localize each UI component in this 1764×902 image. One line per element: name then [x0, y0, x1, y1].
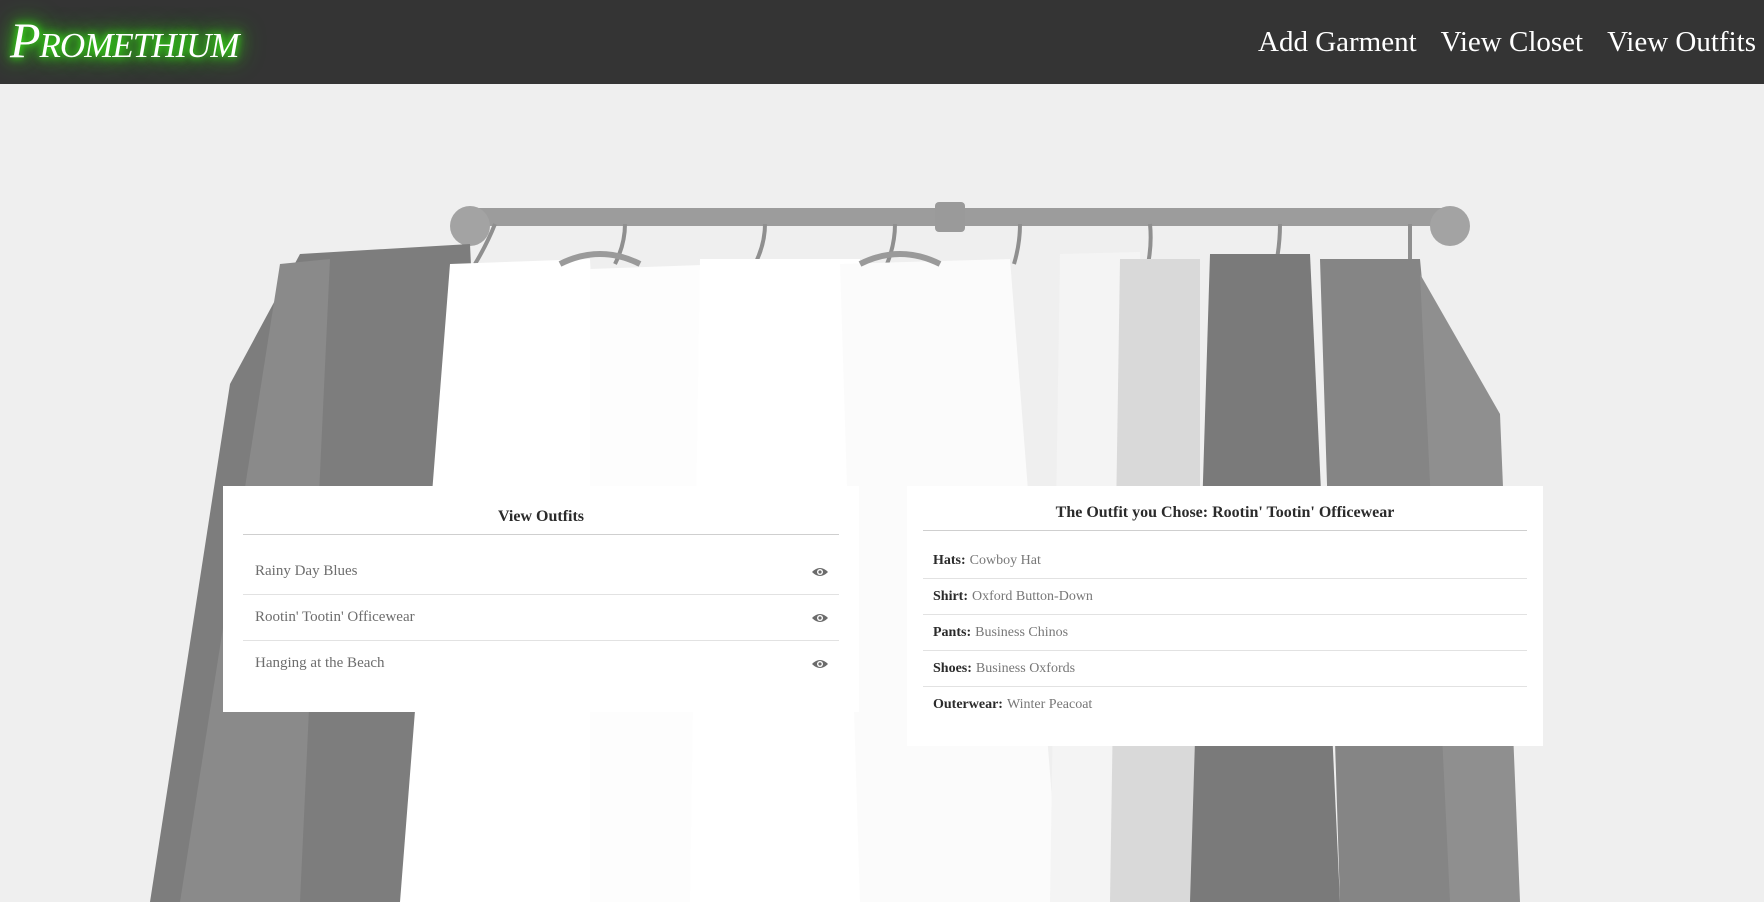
brand-logo[interactable]: Promethium [10, 8, 240, 72]
outfit-detail-panel: The Outfit you Chose: Rootin' Tootin' Of… [907, 486, 1543, 746]
detail-value: Winter Peacoat [1006, 696, 1093, 712]
outfit-list: Rainy Day Blues Rootin' Tootin' Officewe… [243, 549, 839, 686]
detail-value: Business Oxfords [975, 660, 1076, 676]
outfit-name: Hanging at the Beach [255, 655, 385, 671]
outfit-item-hanging-at-the-beach[interactable]: Hanging at the Beach [243, 641, 839, 686]
detail-value: Cowboy Hat [969, 552, 1041, 568]
outfit-item-rootin-tootin-officewear[interactable]: Rootin' Tootin' Officewear [243, 595, 839, 641]
nav-view-outfits-link[interactable]: View Outfits [1607, 22, 1756, 62]
outfit-name: Rainy Day Blues [255, 563, 358, 579]
nav-view-closet-link[interactable]: View Closet [1441, 22, 1583, 62]
detail-item-shirt: Shirt: Oxford Button-Down [923, 579, 1527, 615]
detail-key: Hats: [933, 552, 966, 568]
detail-item-hats: Hats: Cowboy Hat [923, 543, 1527, 579]
detail-key: Shirt: [933, 588, 968, 604]
eye-icon[interactable] [811, 566, 829, 578]
detail-value: Oxford Button-Down [972, 588, 1093, 604]
eye-icon[interactable] [811, 658, 829, 670]
detail-key: Shoes: [933, 660, 972, 676]
view-outfits-title: View Outfits [243, 486, 839, 535]
outfit-item-rainy-day-blues[interactable]: Rainy Day Blues [243, 549, 839, 595]
outfit-detail-title: The Outfit you Chose: Rootin' Tootin' Of… [923, 486, 1527, 531]
detail-item-shoes: Shoes: Business Oxfords [923, 651, 1527, 687]
outfit-name: Rootin' Tootin' Officewear [255, 609, 415, 625]
detail-item-pants: Pants: Business Chinos [923, 615, 1527, 651]
nav-add-garment-link[interactable]: Add Garment [1258, 22, 1417, 62]
detail-item-outerwear: Outerwear: Winter Peacoat [923, 687, 1527, 722]
detail-key: Outerwear: [933, 696, 1003, 712]
eye-icon[interactable] [811, 612, 829, 624]
view-outfits-panel: View Outfits Rainy Day Blues Rootin' Too… [223, 486, 859, 712]
detail-value: Business Chinos [975, 624, 1069, 640]
detail-key: Pants: [933, 624, 972, 640]
nav-links: Add Garment View Closet View Outfits [1258, 22, 1756, 62]
navbar: Promethium Add Garment View Closet View … [0, 0, 1764, 84]
outfit-detail-list: Hats: Cowboy Hat Shirt: Oxford Button-Do… [923, 543, 1527, 722]
